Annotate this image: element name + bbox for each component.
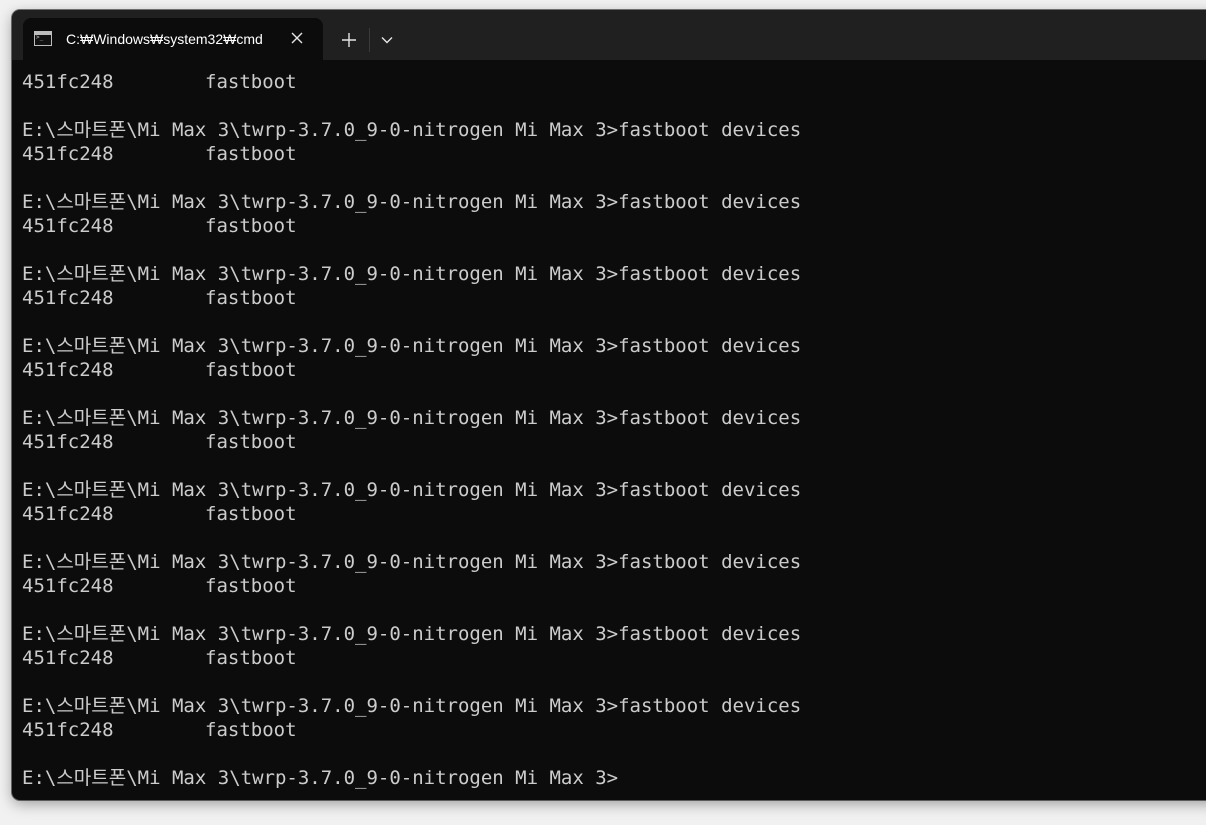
prompt-line: E:\스마트폰\Mi Max 3\twrp-3.7.0_9-0-nitrogen… xyxy=(22,623,802,645)
tab-cmd[interactable]: C:₩Windows₩system32₩cmd xyxy=(23,18,323,60)
output-line: 451fc248 fastboot xyxy=(22,431,297,453)
output-line: 451fc248 fastboot xyxy=(22,719,297,741)
output-line: 451fc248 fastboot xyxy=(22,215,297,237)
output-line: 451fc248 fastboot xyxy=(22,143,297,165)
prompt-line: E:\스마트폰\Mi Max 3\twrp-3.7.0_9-0-nitrogen… xyxy=(22,479,802,501)
prompt-line: E:\스마트폰\Mi Max 3\twrp-3.7.0_9-0-nitrogen… xyxy=(22,119,802,141)
prompt-line: E:\스마트폰\Mi Max 3\twrp-3.7.0_9-0-nitrogen… xyxy=(22,263,802,285)
prompt-line: E:\스마트폰\Mi Max 3\twrp-3.7.0_9-0-nitrogen… xyxy=(22,191,802,213)
prompt-line: E:\스마트폰\Mi Max 3\twrp-3.7.0_9-0-nitrogen… xyxy=(22,551,802,573)
new-tab-button[interactable] xyxy=(334,26,364,54)
output-line: 451fc248 fastboot xyxy=(22,575,297,597)
profile-dropdown-button[interactable] xyxy=(374,26,400,54)
title-bar: C:₩Windows₩system32₩cmd xyxy=(12,10,1206,60)
prompt-line: E:\스마트폰\Mi Max 3\twrp-3.7.0_9-0-nitrogen… xyxy=(22,695,802,717)
output-line: 451fc248 fastboot xyxy=(22,647,297,669)
console-output[interactable]: 451fc248 fastboot E:\스마트폰\Mi Max 3\twrp-3… xyxy=(22,70,1206,790)
prompt-line: E:\스마트폰\Mi Max 3\twrp-3.7.0_9-0-nitrogen… xyxy=(22,767,619,789)
close-icon xyxy=(291,32,303,44)
output-line: 451fc248 fastboot xyxy=(22,503,297,525)
prompt-line: E:\스마트폰\Mi Max 3\twrp-3.7.0_9-0-nitrogen… xyxy=(22,407,802,429)
chevron-down-icon xyxy=(381,37,393,44)
prompt-line: E:\스마트폰\Mi Max 3\twrp-3.7.0_9-0-nitrogen… xyxy=(22,335,802,357)
tab-divider xyxy=(369,28,370,52)
tab-title: C:₩Windows₩system32₩cmd xyxy=(66,31,263,47)
close-tab-button[interactable] xyxy=(285,26,309,50)
console-icon xyxy=(34,31,52,46)
plus-icon xyxy=(342,33,356,47)
terminal-window: C:₩Windows₩system32₩cmd 451fc248 fastboo… xyxy=(12,10,1206,800)
output-line: 451fc248 fastboot xyxy=(22,287,297,309)
output-line: 451fc248 fastboot xyxy=(22,71,297,93)
output-line: 451fc248 fastboot xyxy=(22,359,297,381)
